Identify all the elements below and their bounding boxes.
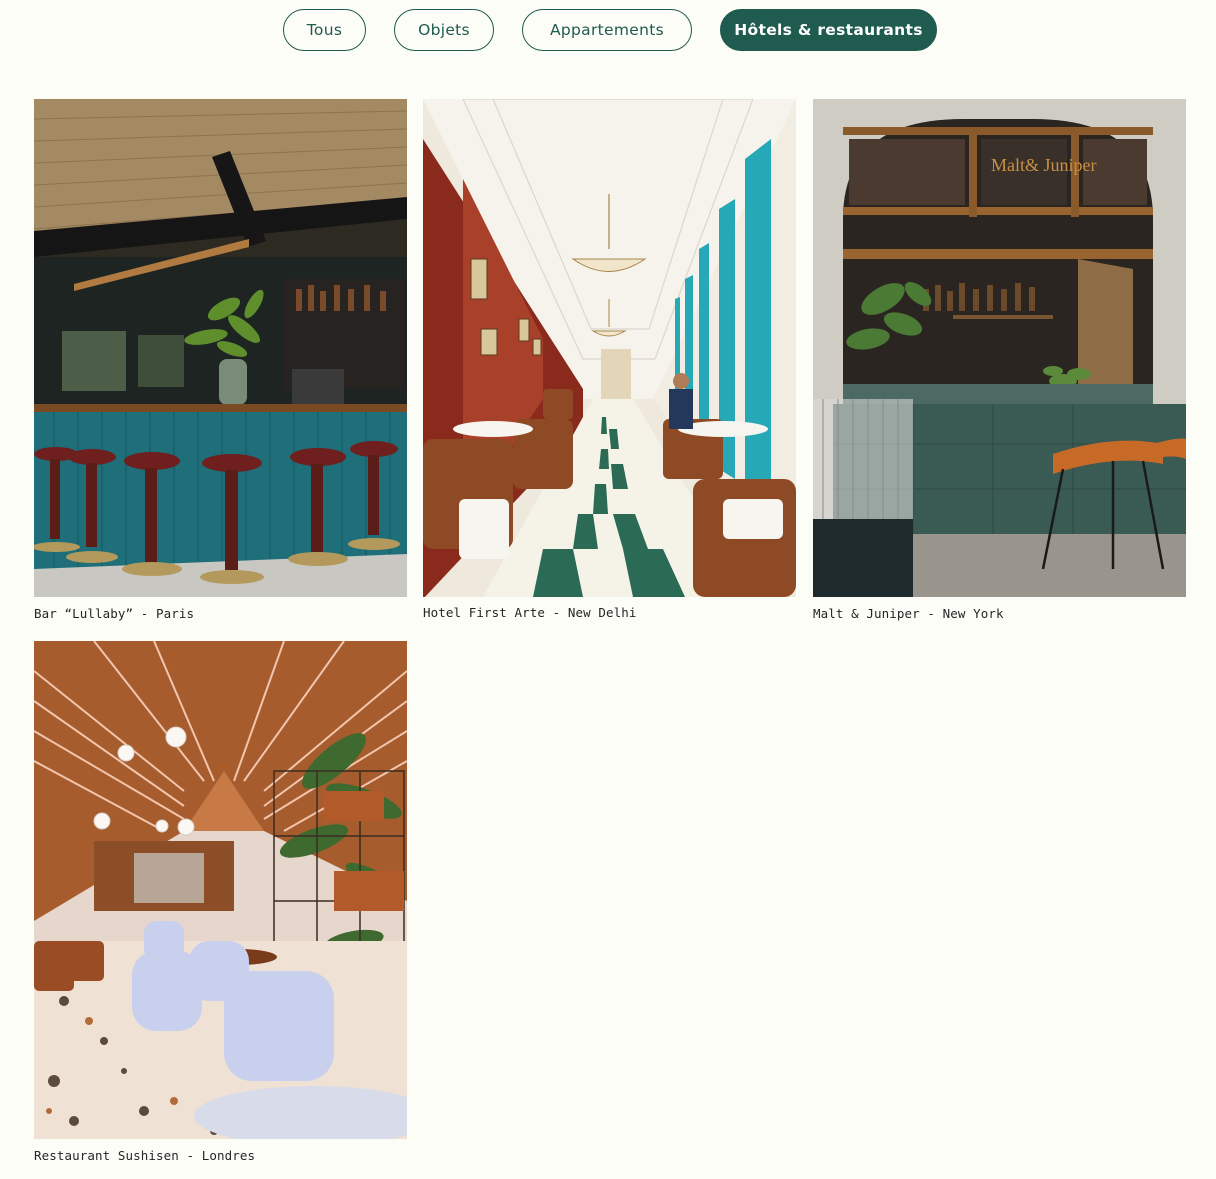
filter-tous-button[interactable]: Tous [283,9,366,51]
filter-bar: Tous Objets Appartements Hôtels & restau… [0,9,1216,51]
photo-hotel-first-arte[interactable] [423,99,796,597]
filter-appartements-button[interactable]: Appartements [522,9,692,51]
gallery-card-hotel-first-arte[interactable]: Hotel First Arte - New Delhi [423,99,796,620]
filter-hotels-restaurants-button[interactable]: Hôtels & restaurants [720,9,937,51]
page: Tous Objets Appartements Hôtels & restau… [0,0,1216,1179]
gallery-caption: Restaurant Sushisen - Londres [34,1148,256,1163]
gallery-caption: Hotel First Arte - New Delhi [423,605,637,620]
photo-malt-juniper[interactable]: Malt& Juniper [813,99,1186,597]
window-sign: Malt& Juniper [991,155,1097,175]
gallery-card-restaurant-sushisen[interactable]: Restaurant Sushisen - Londres [34,641,407,1163]
photo-bar-lullaby[interactable] [34,99,407,597]
gallery-caption: Malt & Juniper - New York [813,606,1004,621]
photo-restaurant-sushisen[interactable] [34,641,407,1139]
gallery-card-bar-lullaby[interactable]: Bar “Lullaby” - Paris [34,99,407,621]
gallery-caption: Bar “Lullaby” - Paris [34,606,195,621]
filter-objets-button[interactable]: Objets [394,9,494,51]
gallery-card-malt-juniper[interactable]: Malt& Juniper Malt & Juniper - New York [813,99,1186,621]
